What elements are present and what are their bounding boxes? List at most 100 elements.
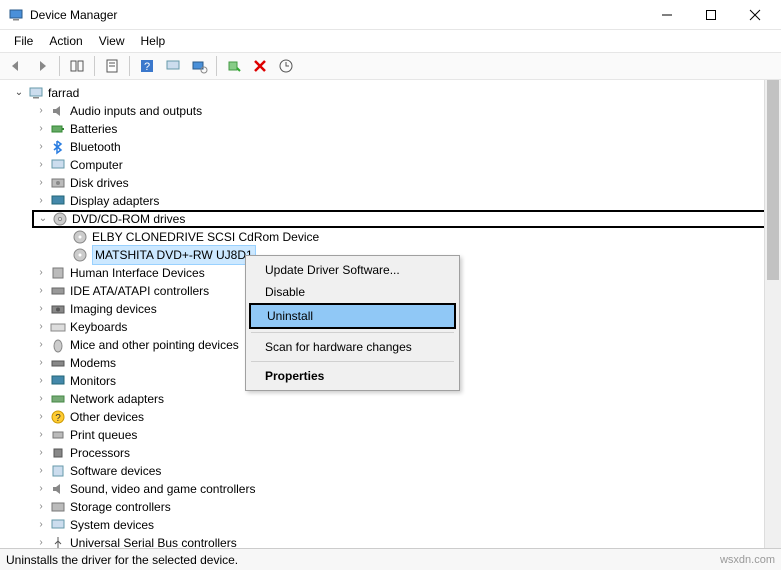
expand-right-icon[interactable]: › bbox=[34, 408, 48, 426]
minimize-button[interactable] bbox=[645, 0, 689, 30]
scan-hardware-button[interactable] bbox=[187, 55, 211, 77]
expand-right-icon[interactable]: › bbox=[34, 192, 48, 210]
tree-item[interactable]: ›Disk drives bbox=[34, 174, 781, 192]
expand-right-icon[interactable]: › bbox=[34, 120, 48, 138]
menu-bar: File Action View Help bbox=[0, 30, 781, 52]
other-icon: ? bbox=[50, 409, 66, 425]
expand-right-icon[interactable]: › bbox=[34, 138, 48, 156]
tree-item[interactable]: › Processors bbox=[34, 444, 781, 462]
tree-item-label: Processors bbox=[70, 444, 130, 462]
ctx-properties[interactable]: Properties bbox=[249, 365, 456, 387]
tree-item-label: Human Interface Devices bbox=[70, 264, 205, 282]
menu-action[interactable]: Action bbox=[41, 32, 90, 50]
menu-file[interactable]: File bbox=[6, 32, 41, 50]
expand-down-icon[interactable]: ⌄ bbox=[36, 210, 50, 228]
expand-right-icon[interactable]: › bbox=[34, 498, 48, 516]
svg-text:?: ? bbox=[144, 61, 150, 73]
expand-right-icon[interactable]: › bbox=[34, 174, 48, 192]
tree-item-label: IDE ATA/ATAPI controllers bbox=[70, 282, 209, 300]
expand-right-icon[interactable]: › bbox=[34, 318, 48, 336]
vertical-scrollbar[interactable] bbox=[764, 80, 781, 548]
tree-item-dvd[interactable]: ⌄ DVD/CD-ROM drives bbox=[32, 210, 781, 228]
dvd-icon bbox=[52, 211, 68, 227]
expand-right-icon[interactable]: › bbox=[34, 372, 48, 390]
uninstall-button[interactable] bbox=[248, 55, 272, 77]
dvd-icon bbox=[72, 229, 88, 245]
tree-item[interactable]: › Batteries bbox=[34, 120, 781, 138]
forward-button[interactable] bbox=[30, 55, 54, 77]
tree-item[interactable]: › Display adapters bbox=[34, 192, 781, 210]
show-hide-tree-button[interactable] bbox=[65, 55, 89, 77]
expand-right-icon[interactable]: › bbox=[34, 336, 48, 354]
back-button[interactable] bbox=[4, 55, 28, 77]
expand-right-icon[interactable]: › bbox=[34, 462, 48, 480]
tree-item[interactable]: › System devices bbox=[34, 516, 781, 534]
ctx-uninstall[interactable]: Uninstall bbox=[249, 303, 456, 329]
tree-root[interactable]: ⌄ farrad bbox=[12, 84, 781, 102]
usb-icon bbox=[50, 535, 66, 548]
expand-right-icon[interactable]: › bbox=[34, 282, 48, 300]
tree-item[interactable]: ›Audio inputs and outputs bbox=[34, 102, 781, 120]
svg-text:?: ? bbox=[55, 413, 61, 424]
tree-item-device[interactable]: ELBY CLONEDRIVE SCSI CdRom Device bbox=[56, 228, 781, 246]
expand-right-icon[interactable]: › bbox=[34, 264, 48, 282]
expand-right-icon[interactable]: › bbox=[34, 426, 48, 444]
tree-item-label: Batteries bbox=[70, 120, 117, 138]
tree-item[interactable]: ›Storage controllers bbox=[34, 498, 781, 516]
camera-icon bbox=[50, 301, 66, 317]
expand-down-icon[interactable]: ⌄ bbox=[12, 84, 26, 102]
ctx-update-driver[interactable]: Update Driver Software... bbox=[249, 259, 456, 281]
network-icon bbox=[50, 391, 66, 407]
tree-item-label: Computer bbox=[70, 156, 123, 174]
expand-right-icon[interactable]: › bbox=[34, 300, 48, 318]
tree-item-label: Software devices bbox=[70, 462, 161, 480]
ctx-disable[interactable]: Disable bbox=[249, 281, 456, 303]
mouse-icon bbox=[50, 337, 66, 353]
toolbar-icon[interactable] bbox=[161, 55, 185, 77]
menu-help[interactable]: Help bbox=[133, 32, 174, 50]
tree-item[interactable]: ›Universal Serial Bus controllers bbox=[34, 534, 781, 548]
tree-item-label: Bluetooth bbox=[70, 138, 121, 156]
tree-item[interactable]: ›Print queues bbox=[34, 426, 781, 444]
expand-right-icon[interactable]: › bbox=[34, 480, 48, 498]
update-driver-button[interactable] bbox=[274, 55, 298, 77]
tree-item-label: Display adapters bbox=[70, 192, 159, 210]
expand-right-icon[interactable]: › bbox=[34, 102, 48, 120]
expand-right-icon[interactable]: › bbox=[34, 354, 48, 372]
tree-root-label: farrad bbox=[48, 84, 79, 102]
tree-item-label: System devices bbox=[70, 516, 154, 534]
enable-button[interactable] bbox=[222, 55, 246, 77]
scrollbar-thumb[interactable] bbox=[767, 80, 779, 280]
toolbar-separator bbox=[59, 56, 60, 76]
toolbar-separator bbox=[129, 56, 130, 76]
expand-right-icon[interactable]: › bbox=[34, 516, 48, 534]
expand-right-icon[interactable]: › bbox=[34, 156, 48, 174]
bluetooth-icon bbox=[50, 139, 66, 155]
system-icon bbox=[50, 517, 66, 533]
modem-icon bbox=[50, 355, 66, 371]
status-bar: Uninstalls the driver for the selected d… bbox=[0, 548, 781, 570]
help-button[interactable]: ? bbox=[135, 55, 159, 77]
title-bar: Device Manager bbox=[0, 0, 781, 30]
sound-icon bbox=[50, 481, 66, 497]
ctx-scan[interactable]: Scan for hardware changes bbox=[249, 336, 456, 358]
maximize-button[interactable] bbox=[689, 0, 733, 30]
tree-item[interactable]: ›?Other devices bbox=[34, 408, 781, 426]
storage-icon bbox=[50, 499, 66, 515]
disk-icon bbox=[50, 175, 66, 191]
expand-right-icon[interactable]: › bbox=[34, 534, 48, 548]
menu-view[interactable]: View bbox=[91, 32, 133, 50]
tree-item[interactable]: ›Network adapters bbox=[34, 390, 781, 408]
tree-item[interactable]: › Computer bbox=[34, 156, 781, 174]
properties-button[interactable] bbox=[100, 55, 124, 77]
tree-item[interactable]: › Bluetooth bbox=[34, 138, 781, 156]
expand-right-icon[interactable]: › bbox=[34, 390, 48, 408]
battery-icon bbox=[50, 121, 66, 137]
tree-item[interactable]: ›Sound, video and game controllers bbox=[34, 480, 781, 498]
context-menu: Update Driver Software... Disable Uninst… bbox=[245, 255, 460, 391]
tree-item[interactable]: › Software devices bbox=[34, 462, 781, 480]
expand-right-icon[interactable]: › bbox=[34, 444, 48, 462]
close-button[interactable] bbox=[733, 0, 777, 30]
tree-item-label: Monitors bbox=[70, 372, 116, 390]
computer-icon bbox=[50, 157, 66, 173]
